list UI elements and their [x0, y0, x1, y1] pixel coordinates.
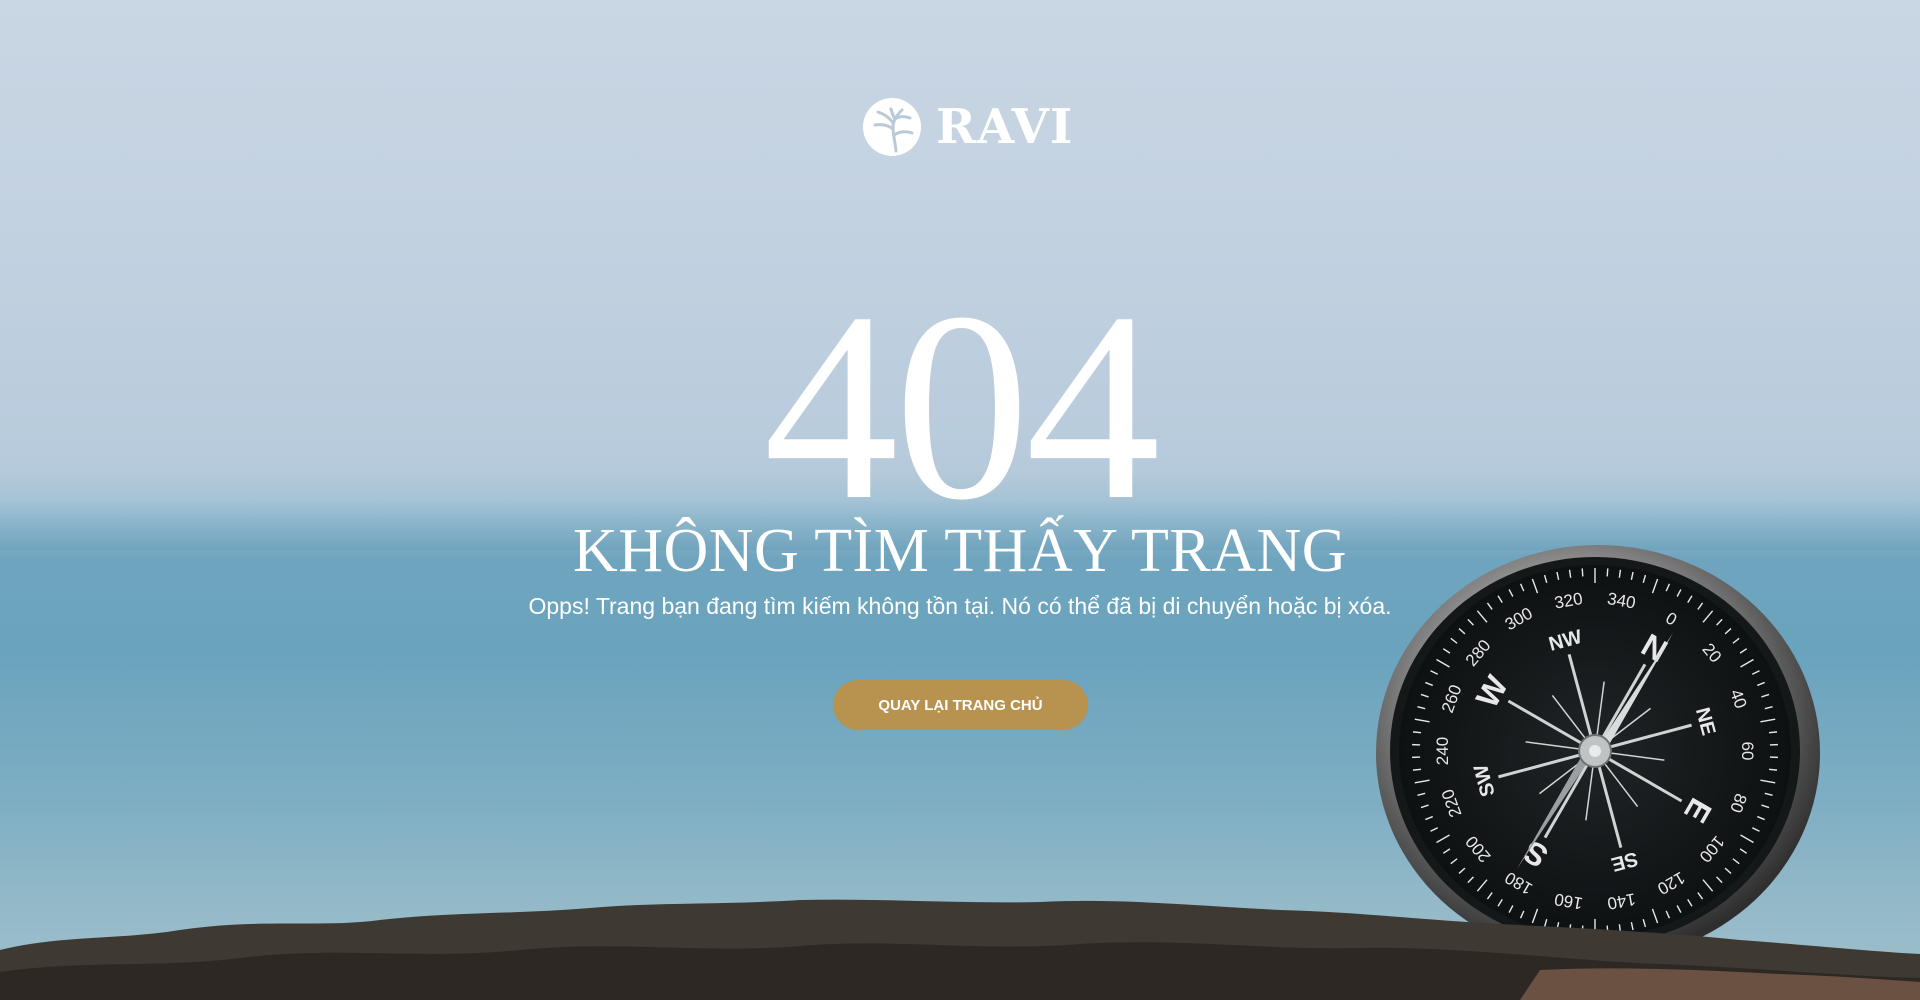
- error-message: Opps! Trang bạn đang tìm kiếm không tồn …: [528, 593, 1392, 619]
- compass-degree-label: 60: [1738, 742, 1757, 761]
- compass-degree-label: 240: [1433, 737, 1452, 765]
- brand-logo[interactable]: RAVI: [862, 97, 1073, 157]
- error-code: 404: [763, 257, 1161, 556]
- back-home-button[interactable]: QUAY LẠI TRANG CHỦ: [833, 680, 1088, 730]
- error-page: 0 20 40 60 80 100 120 140 160 180 200 220 240 260 280 3…: [0, 0, 1920, 1000]
- page-title: KHÔNG TÌM THẤY TRANG: [572, 517, 1348, 585]
- tree-in-circle-icon: [863, 98, 921, 156]
- rock-foreground: [0, 899, 1920, 1000]
- brand-name: RAVI: [936, 99, 1074, 155]
